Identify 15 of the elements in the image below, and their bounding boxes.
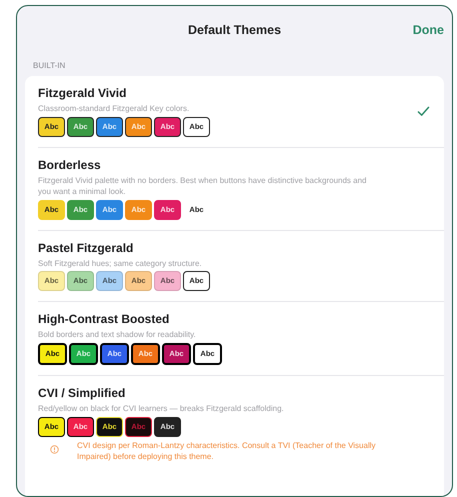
theme-name: High-Contrast Boosted bbox=[38, 312, 170, 326]
theme-description: Bold borders and text shadow for readability. bbox=[38, 329, 197, 341]
theme-name: Borderless bbox=[38, 158, 102, 172]
theme-description: Fitzgerald Vivid palette with no borders. Best when buttons have distinctive backgrounds and you want a minimal look. bbox=[38, 174, 368, 198]
theme-name: Pastel Fitzgerald bbox=[38, 240, 134, 255]
theme-name: Fitzgerald Vivid bbox=[38, 86, 128, 100]
info-icon bbox=[50, 444, 59, 454]
theme-name: CVI / Simplified bbox=[38, 386, 126, 400]
theme-description: Classroom-standard Fitzgerald Key colors. bbox=[38, 103, 190, 115]
theme-description: Red/yellow on black for CVI learners — breaks Fitzgerald scaffolding. bbox=[38, 402, 285, 415]
theme-description: Soft Fitzgerald hues; same category structure. bbox=[38, 258, 203, 270]
warning-text: CVI design per Roman-Lantzy characteristics. Consult a TVI (Teacher of the Visually Impaired) before deploying this theme. bbox=[77, 440, 377, 462]
sheet-title: Default Themes bbox=[186, 23, 282, 37]
section-header: BUILT-IN bbox=[32, 61, 66, 72]
done-button[interactable]: Done bbox=[404, 23, 444, 37]
